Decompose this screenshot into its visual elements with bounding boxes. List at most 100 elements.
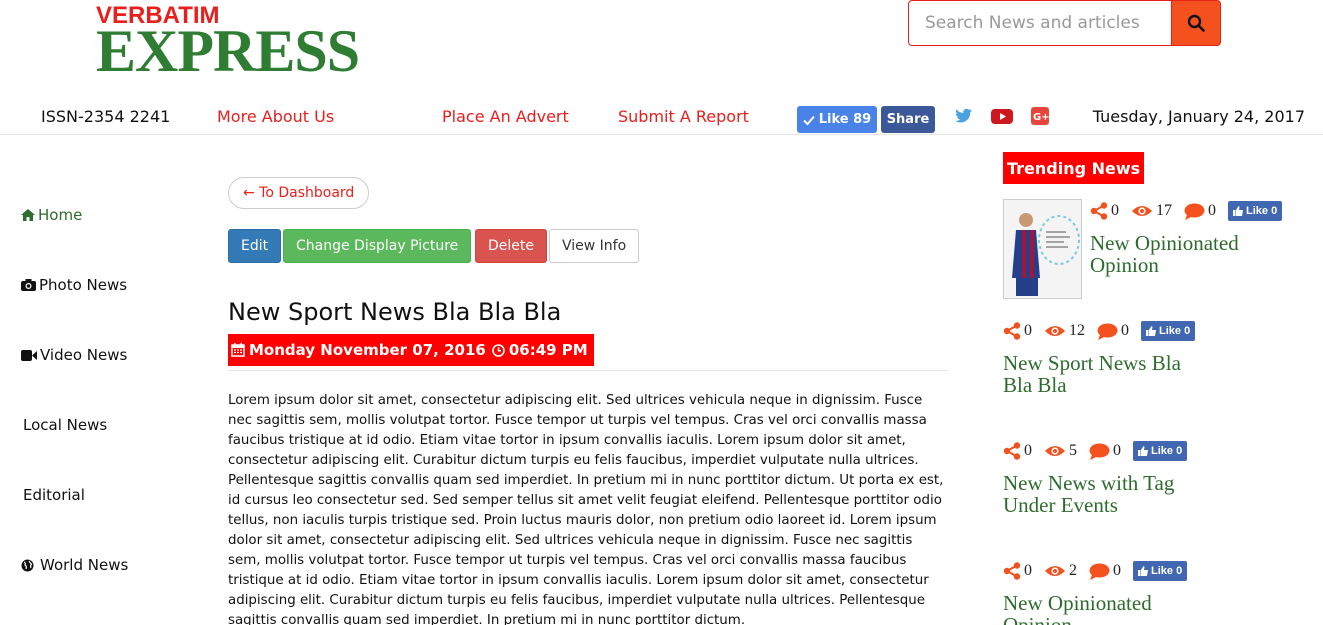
view-info-label: View Info <box>562 238 627 254</box>
sidebar-item-label: Video News <box>40 346 128 364</box>
back-to-dashboard-button[interactable]: ← To Dashboard <box>228 177 370 209</box>
edit-button-label: Edit <box>241 238 269 254</box>
logo-express: EXPRESS <box>96 18 360 84</box>
calendar-icon <box>231 343 245 357</box>
trending-thumbnail[interactable] <box>1003 199 1082 299</box>
delete-button[interactable]: Delete <box>475 229 547 263</box>
share-count-group[interactable]: 0 <box>1003 322 1032 340</box>
facebook-like-small-button[interactable]: Like 0 <box>1133 561 1188 581</box>
facebook-like-small-button[interactable]: Like 0 <box>1228 201 1283 221</box>
view-info-button[interactable]: View Info <box>549 229 640 263</box>
publish-time: 06:49 PM <box>508 341 588 359</box>
sidebar-item-label: Editorial <box>23 486 85 504</box>
article-title: New Sport News Bla Bla Bla <box>228 298 562 326</box>
comment-count: 0 <box>1121 322 1129 339</box>
search-input[interactable] <box>908 0 1171 46</box>
player-photo-image <box>1004 200 1081 298</box>
thumbs-up-icon <box>1138 446 1148 456</box>
camera-icon <box>21 279 36 291</box>
view-count-group: 2 <box>1044 562 1077 580</box>
share-count: 0 <box>1024 322 1032 339</box>
view-count-group: 5 <box>1044 442 1077 460</box>
comment-icon <box>1184 203 1205 220</box>
sidebar-item-label: Home <box>38 206 83 224</box>
share-count: 0 <box>1024 562 1032 579</box>
trending-item-title[interactable]: New Opinionated Opinion <box>1003 592 1203 625</box>
trending-item-title[interactable]: New Sport News Bla Bla Bla <box>1003 352 1203 396</box>
sidebar-item-label: Local News <box>23 416 108 434</box>
share-count-group[interactable]: 0 <box>1090 202 1119 220</box>
search-bar <box>908 0 1221 46</box>
comment-icon <box>1089 563 1110 580</box>
home-icon <box>21 209 35 221</box>
share-count: 0 <box>1111 202 1119 219</box>
facebook-like-button[interactable]: Like 89 <box>797 106 877 133</box>
eye-icon <box>1045 446 1065 456</box>
youtube-icon[interactable] <box>991 109 1013 124</box>
share-count-group[interactable]: 0 <box>1003 442 1032 460</box>
eye-icon <box>1045 326 1065 336</box>
eye-icon <box>1045 566 1065 576</box>
top-nav-bar: ISSN-2354 2241 More About Us Place An Ad… <box>0 100 1323 135</box>
google-plus-icon[interactable]: G+ <box>1031 107 1049 125</box>
change-display-picture-button[interactable]: Change Display Picture <box>283 229 472 263</box>
trending-item-title[interactable]: New News with Tag Under Events <box>1003 472 1203 516</box>
sidebar-item-world-news[interactable]: World News <box>21 556 128 574</box>
thumbs-up-icon <box>1233 206 1243 216</box>
facebook-like-small-button[interactable]: Like 0 <box>1141 321 1196 341</box>
site-logo[interactable]: VERBATIM EXPRESS <box>96 4 360 84</box>
sidebar-item-local-news[interactable]: Local News <box>23 416 107 434</box>
link-submit-report[interactable]: Submit A Report <box>618 107 749 126</box>
issn-number: ISSN-2354 2241 <box>41 107 171 126</box>
video-icon <box>21 349 37 361</box>
comment-count-group[interactable]: 0 <box>1089 442 1121 460</box>
link-more-about-us[interactable]: More About Us <box>217 107 334 126</box>
sidebar-item-home[interactable]: Home <box>21 206 82 224</box>
share-icon <box>1090 202 1108 220</box>
share-count-group[interactable]: 0 <box>1003 562 1032 580</box>
eye-icon <box>1132 206 1152 216</box>
trending-stats: 0 2 0 Like 0 <box>1003 561 1188 581</box>
trending-stats: 0 17 0 Like 0 <box>1090 201 1283 221</box>
view-count: 5 <box>1069 442 1077 459</box>
trending-item-title[interactable]: New Opinionated Opinion <box>1090 232 1270 276</box>
facebook-like-small-button[interactable]: Like 0 <box>1133 441 1188 461</box>
check-icon <box>803 115 815 125</box>
thumbs-up-icon <box>1138 566 1148 576</box>
comment-count-group[interactable]: 0 <box>1184 202 1216 220</box>
facebook-like-small-label: Like 0 <box>1151 445 1183 457</box>
publish-date: Monday November 07, 2016 <box>249 341 486 359</box>
sidebar-item-video-news[interactable]: Video News <box>21 346 127 364</box>
clock-icon <box>492 343 505 357</box>
comment-count-group[interactable]: 0 <box>1089 562 1121 580</box>
svg-text:G+: G+ <box>1033 112 1049 123</box>
comment-count-group[interactable]: 0 <box>1097 322 1129 340</box>
thumbs-up-icon <box>1146 326 1156 336</box>
publish-date-badge: Monday November 07, 2016 06:49 PM <box>228 334 594 366</box>
sidebar-item-editorial[interactable]: Editorial <box>23 486 85 504</box>
trending-stats: 0 12 0 Like 0 <box>1003 321 1196 341</box>
sidebar-item-photo-news[interactable]: Photo News <box>21 276 127 294</box>
back-to-dashboard-label: ← To Dashboard <box>243 185 355 201</box>
divider <box>228 370 948 371</box>
facebook-share-button[interactable]: Share <box>881 106 935 133</box>
search-button[interactable] <box>1171 0 1221 46</box>
delete-button-label: Delete <box>488 238 534 254</box>
comment-count: 0 <box>1113 562 1121 579</box>
trending-news-heading: Trending News <box>1003 152 1145 184</box>
current-date: Tuesday, January 24, 2017 <box>1092 107 1305 126</box>
facebook-like-small-label: Like 0 <box>1246 205 1278 217</box>
comment-count: 0 <box>1113 442 1121 459</box>
share-icon <box>1003 322 1021 340</box>
view-count-group: 12 <box>1044 322 1085 340</box>
twitter-icon[interactable] <box>955 108 973 124</box>
share-icon <box>1003 442 1021 460</box>
search-icon <box>1187 14 1205 32</box>
facebook-like-label: Like 89 <box>818 112 872 127</box>
share-icon <box>1003 562 1021 580</box>
view-count: 2 <box>1069 562 1077 579</box>
view-count: 12 <box>1069 322 1085 339</box>
link-place-advert[interactable]: Place An Advert <box>442 107 569 126</box>
edit-button[interactable]: Edit <box>228 229 282 263</box>
comment-icon <box>1097 323 1118 340</box>
